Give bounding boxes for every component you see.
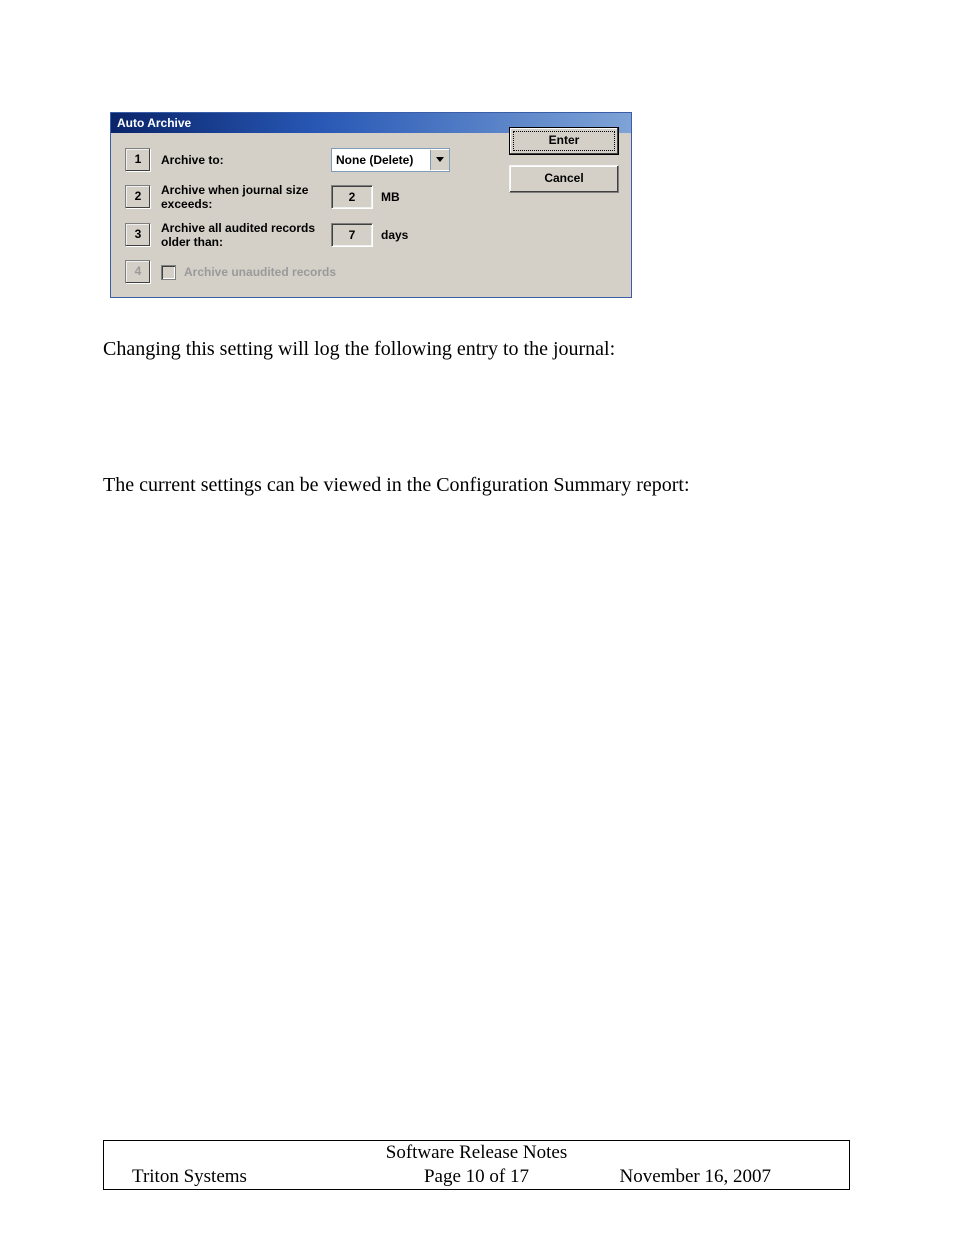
page-footer: Software Release Notes Triton Systems Pa… bbox=[103, 1140, 850, 1190]
footer-page: Page 10 of 17 bbox=[365, 1165, 589, 1190]
size-value-input[interactable]: 2 bbox=[331, 185, 373, 209]
row-unaudited: 4 Archive unaudited records bbox=[125, 259, 617, 285]
option-button-1[interactable]: 1 bbox=[125, 148, 151, 172]
footer-title: Software Release Notes bbox=[104, 1141, 850, 1166]
footer-date: November 16, 2007 bbox=[588, 1165, 849, 1190]
older-than-label: Archive all audited records older than: bbox=[161, 221, 331, 249]
archive-to-combobox[interactable]: None (Delete) bbox=[331, 148, 450, 172]
size-exceeds-label: Archive when journal size exceeds: bbox=[161, 183, 331, 211]
paragraph-2: The current settings can be viewed in th… bbox=[103, 474, 690, 497]
archive-to-value: None (Delete) bbox=[332, 153, 430, 167]
cancel-button[interactable]: Cancel bbox=[509, 165, 619, 193]
option-button-3[interactable]: 3 bbox=[125, 223, 151, 247]
auto-archive-dialog: Auto Archive 1 Archive to: None (Delete)… bbox=[110, 112, 632, 298]
unaudited-checkbox bbox=[161, 265, 176, 280]
size-unit-label: MB bbox=[381, 190, 400, 204]
paragraph-1: Changing this setting will log the follo… bbox=[103, 338, 615, 361]
archive-to-label: Archive to: bbox=[161, 153, 331, 167]
dialog-button-group: Enter Cancel bbox=[509, 127, 617, 203]
row-older-than: 3 Archive all audited records older than… bbox=[125, 221, 617, 249]
unaudited-label: Archive unaudited records bbox=[184, 265, 336, 279]
days-value-input[interactable]: 7 bbox=[331, 223, 373, 247]
option-button-4: 4 bbox=[125, 260, 151, 284]
enter-button[interactable]: Enter bbox=[509, 127, 619, 155]
chevron-down-icon[interactable] bbox=[430, 150, 449, 170]
option-button-2[interactable]: 2 bbox=[125, 185, 151, 209]
footer-company: Triton Systems bbox=[104, 1165, 365, 1190]
days-unit-label: days bbox=[381, 228, 408, 242]
